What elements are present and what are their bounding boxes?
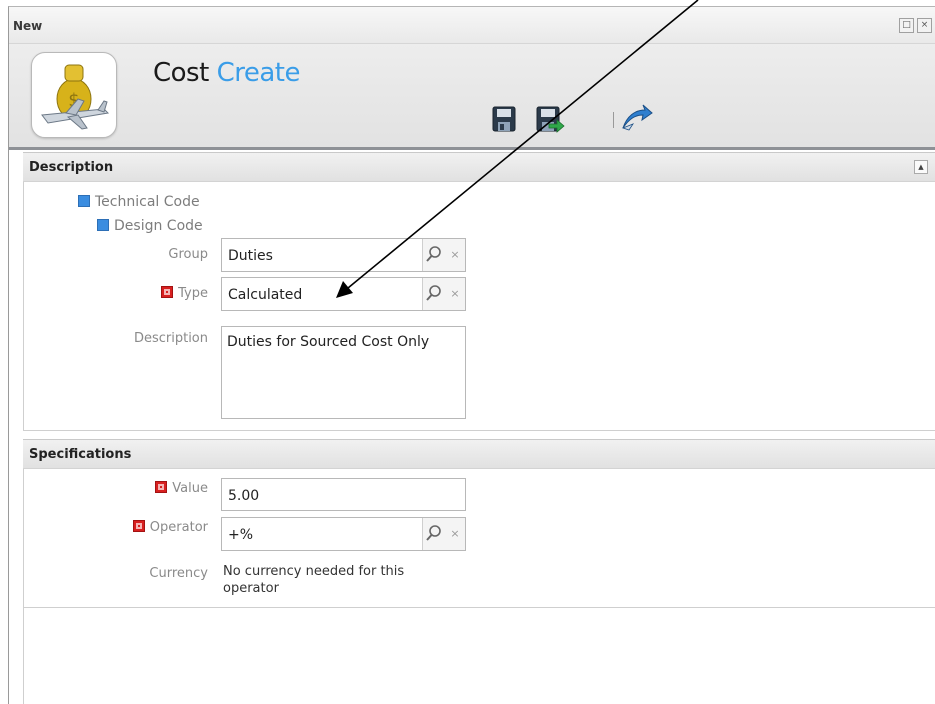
specifications-section-header[interactable]: Specifications xyxy=(23,439,935,469)
title-bar: New □ × xyxy=(9,7,935,44)
page-title-entity: Cost xyxy=(153,58,209,88)
operator-value: +% xyxy=(228,527,254,543)
group-label: Group xyxy=(168,247,208,262)
currency-value: No currency needed for this operator xyxy=(223,564,405,596)
clear-icon[interactable]: × xyxy=(445,239,465,271)
specifications-section-label: Specifications xyxy=(29,447,132,462)
value-value: 5.00 xyxy=(228,488,260,504)
specifications-panel: Value 5.00 Operator +% × Currency No cur… xyxy=(23,469,935,608)
description-textarea[interactable]: Duties for Sourced Cost Only xyxy=(221,326,466,419)
arrow-icon[interactable] xyxy=(621,104,653,134)
value-field[interactable]: 5.00 xyxy=(221,478,466,511)
description-panel: Technical Code Design Code Group Duties … xyxy=(23,182,935,431)
collapse-icon[interactable]: ▲ xyxy=(914,160,928,174)
operator-field[interactable]: +% × xyxy=(221,517,466,551)
required-icon xyxy=(155,481,168,493)
value-label-wrap: Value xyxy=(124,481,208,496)
cost-module-logo: $ xyxy=(31,52,117,138)
close-icon[interactable]: × xyxy=(917,18,932,33)
page-header: $ Cost Create xyxy=(9,44,935,150)
clear-icon[interactable]: × xyxy=(445,278,465,310)
tree-item-label: Design Code xyxy=(114,218,203,234)
type-value: Calculated xyxy=(228,287,303,303)
group-field[interactable]: Duties × xyxy=(221,238,466,272)
tree-marker-icon xyxy=(78,195,90,207)
page-title: Cost Create xyxy=(153,58,300,88)
value-label: Value xyxy=(172,481,208,496)
clear-icon[interactable]: × xyxy=(445,518,465,550)
tree-marker-icon xyxy=(97,219,109,231)
required-icon xyxy=(132,520,145,532)
lookup-search-icon[interactable] xyxy=(422,278,445,310)
restore-icon[interactable]: □ xyxy=(899,18,914,33)
type-label-wrap: Type xyxy=(124,286,208,301)
window-title: New xyxy=(13,19,43,33)
tree-item-technical-code[interactable]: Technical Code xyxy=(78,194,200,210)
window: New □ × $ Cost Create Description ▲ Tech… xyxy=(8,6,935,704)
required-icon xyxy=(161,286,174,298)
operator-label-wrap: Operator xyxy=(114,520,208,535)
type-label: Type xyxy=(178,286,208,301)
lookup-search-icon[interactable] xyxy=(422,239,445,271)
empty-content-area xyxy=(23,607,935,704)
description-section-header[interactable]: Description ▲ xyxy=(23,152,935,182)
toolbar-separator xyxy=(613,112,614,128)
save-icon[interactable] xyxy=(491,104,517,134)
group-value: Duties xyxy=(228,248,273,264)
type-field[interactable]: Calculated × xyxy=(221,277,466,311)
save-and-close-icon[interactable] xyxy=(535,104,565,134)
operator-label: Operator xyxy=(149,520,208,535)
page-title-mode: Create xyxy=(216,58,301,88)
tree-item-design-code[interactable]: Design Code xyxy=(97,218,203,234)
tree-item-label: Technical Code xyxy=(95,194,200,210)
currency-label: Currency xyxy=(149,566,208,581)
lookup-search-icon[interactable] xyxy=(422,518,445,550)
description-label: Description xyxy=(133,331,208,346)
description-section-label: Description xyxy=(29,160,114,175)
